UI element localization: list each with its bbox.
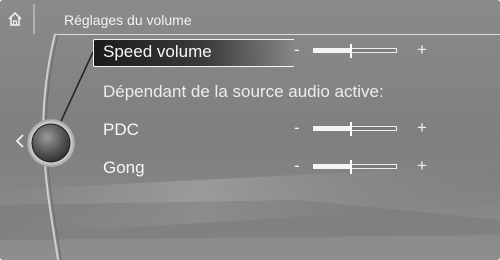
idrive-controller-icon[interactable] — [26, 118, 76, 168]
page-title: Réglages du volume — [64, 12, 192, 28]
title-bar: Réglages du volume — [54, 4, 500, 35]
slider-fill — [313, 164, 351, 169]
menu-item-label: Speed volume — [103, 42, 212, 61]
home-button[interactable] — [4, 8, 26, 30]
menu-item-label: Gong — [103, 158, 145, 177]
decrease-button[interactable]: - — [294, 118, 300, 138]
menu-item-pdc[interactable]: PDC - + — [93, 117, 500, 143]
menu-item-speed-volume[interactable]: Speed volume - + — [93, 39, 500, 67]
slider-fill — [313, 126, 351, 131]
slider-knob[interactable] — [349, 160, 352, 174]
increase-button[interactable]: + — [417, 118, 427, 138]
menu-item-gong[interactable]: Gong - + — [93, 155, 500, 181]
decrease-button[interactable]: - — [294, 40, 300, 60]
slider-fill — [313, 48, 351, 53]
volume-settings-screen: Réglages du volume Speed volume - + Dépe… — [0, 0, 500, 260]
home-icon — [8, 11, 22, 26]
volume-slider[interactable] — [313, 44, 397, 58]
decrease-button[interactable]: - — [294, 156, 300, 176]
slider-knob[interactable] — [349, 44, 352, 58]
increase-button[interactable]: + — [417, 40, 427, 60]
section-label: Dépendant de la source audio active: — [103, 82, 384, 101]
slider-knob[interactable] — [349, 122, 352, 136]
chevron-left-icon[interactable] — [14, 133, 26, 149]
increase-button[interactable]: + — [417, 156, 427, 176]
volume-slider[interactable] — [313, 160, 397, 174]
volume-slider[interactable] — [313, 122, 397, 136]
menu-item-label: PDC — [103, 120, 139, 139]
